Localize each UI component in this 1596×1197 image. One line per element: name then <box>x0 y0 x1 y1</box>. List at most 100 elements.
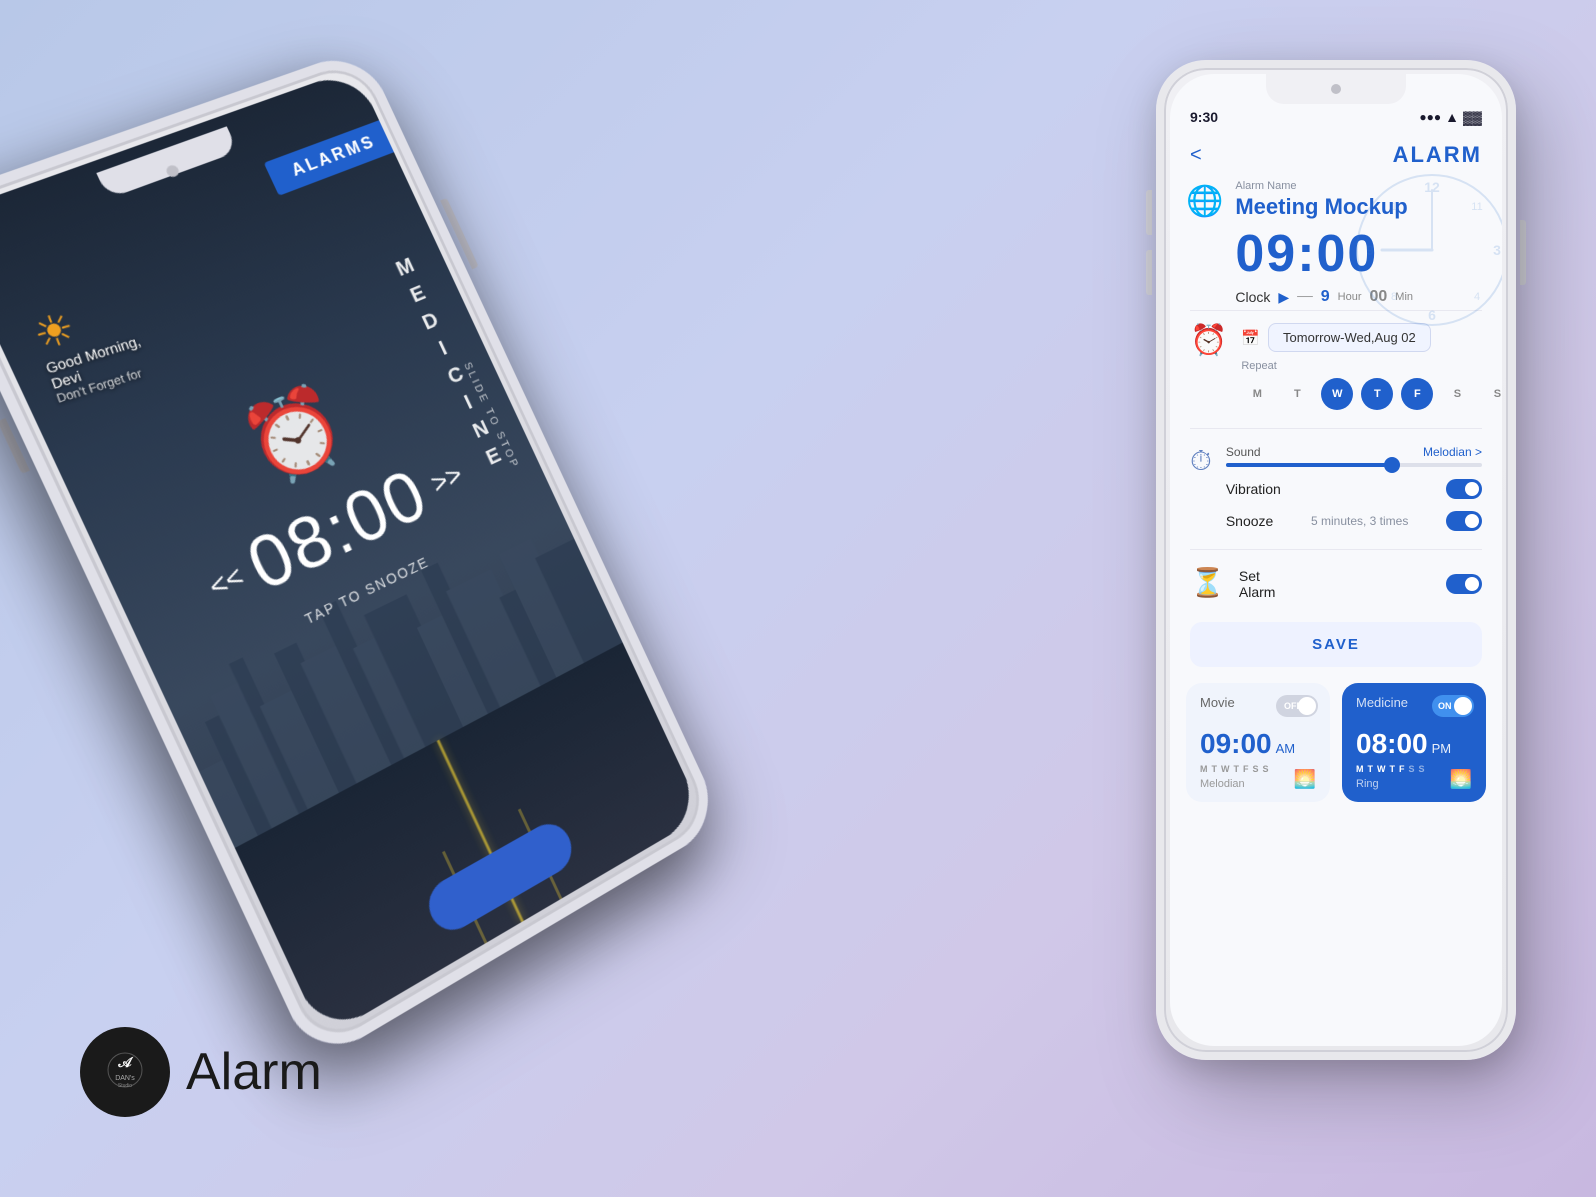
medicine-time-row: 08:00 PM <box>1356 728 1472 760</box>
play-button[interactable]: ▶ <box>1278 289 1289 306</box>
medicine-day-m: M <box>1356 764 1364 774</box>
days-row: M T W T F S S <box>1241 378 1502 410</box>
icon-column: 🌐 <box>1186 180 1223 219</box>
movie-day-w: W <box>1221 764 1230 774</box>
logo-icon: 𝒜 DAN's Studio <box>107 1052 143 1093</box>
day-sunday[interactable]: S <box>1481 378 1502 410</box>
right-phone-screen: 9:30 ●●● ▲ ▓▓ < ALARM 🌐 <box>1170 74 1502 1046</box>
left-phone-body: ALARMS ☀ Good Morning, Devi Don't Forget… <box>0 47 724 1065</box>
medicine-time: 08:00 <box>1356 728 1428 760</box>
day-wednesday[interactable]: W <box>1321 378 1353 410</box>
medicine-day-t2: T <box>1390 764 1396 774</box>
front-camera-right <box>1331 84 1341 94</box>
hourglass-section: ⏳ Set Alarm <box>1170 554 1502 614</box>
movie-day-t: T <box>1212 764 1218 774</box>
movie-day-s2: S <box>1263 764 1269 774</box>
set-alarm-label: Set <box>1239 568 1276 584</box>
medicine-day-t: T <box>1368 764 1374 774</box>
svg-text:11: 11 <box>1471 201 1482 213</box>
movie-ampm: AM <box>1276 741 1296 756</box>
alarm-cards: Movie OFF 09:00 AM M T W <box>1170 675 1502 818</box>
movie-day-f: F <box>1243 764 1249 774</box>
svg-text:Studio: Studio <box>118 1083 132 1088</box>
globe-clock-icon: 🌐 <box>1186 184 1223 219</box>
hour-label: ── <box>1297 291 1313 303</box>
right-power-button[interactable] <box>1520 220 1526 285</box>
day-monday[interactable]: M <box>1241 378 1273 410</box>
app-content: < ALARM 🌐 Alarm Name Meeting Mockup 09:0… <box>1170 134 1502 1046</box>
hourglass-detail: Set Alarm <box>1239 562 1482 606</box>
movie-time: 09:00 <box>1200 728 1272 760</box>
set-alarm-toggle[interactable] <box>1446 574 1482 594</box>
day-thursday[interactable]: T <box>1361 378 1393 410</box>
logo-circle: 𝒜 DAN's Studio <box>80 1027 170 1117</box>
snooze-value: 5 minutes, 3 times <box>1311 514 1408 528</box>
alarm-icon-section: ⏰ 📅 Tomorrow-Wed,Aug 02 Repeat M T W <box>1170 315 1502 424</box>
svg-text:9: 9 <box>1366 242 1374 258</box>
divider-2 <box>1190 428 1482 429</box>
left-arrows: << <box>204 560 249 604</box>
app-title: ALARM <box>1393 142 1482 168</box>
medicine-day-w: W <box>1377 764 1386 774</box>
svg-text:DAN's: DAN's <box>115 1075 135 1082</box>
movie-time-row: 09:00 AM <box>1200 728 1316 760</box>
day-friday[interactable]: F <box>1401 378 1433 410</box>
sound-label: Clock <box>1235 289 1270 305</box>
right-arrows: >> <box>426 459 467 500</box>
stopwatch-icon: ⏱ <box>1190 445 1212 478</box>
snooze-row: Snooze 5 minutes, 3 times <box>1226 505 1482 537</box>
movie-alarm-card: Movie OFF 09:00 AM M T W <box>1186 683 1330 802</box>
snooze-toggle[interactable] <box>1446 511 1482 531</box>
right-volume-up-button[interactable] <box>1146 190 1152 235</box>
medicine-toggle-dot <box>1454 697 1472 715</box>
main-alarm-section: 🌐 Alarm Name Meeting Mockup 09:00 Clock … <box>1170 180 1502 306</box>
medicine-toggle[interactable]: ON <box>1432 695 1474 717</box>
svg-text:3: 3 <box>1493 242 1501 258</box>
alarm-detail: 📅 Tomorrow-Wed,Aug 02 Repeat M T W T F S <box>1241 323 1502 416</box>
right-phone-body: 9:30 ●●● ▲ ▓▓ < ALARM 🌐 <box>1156 60 1516 1060</box>
sound-slider-track[interactable] <box>1226 463 1482 467</box>
svg-text:4: 4 <box>1474 291 1480 303</box>
left-phone-screen: ALARMS ☀ Good Morning, Devi Don't Forget… <box>0 68 703 1038</box>
sound-section-label: Sound <box>1226 445 1261 459</box>
movie-toggle[interactable]: OFF <box>1276 695 1318 717</box>
right-volume-down-button[interactable] <box>1146 250 1152 295</box>
hour-value: 9 <box>1321 288 1330 306</box>
melodian-link[interactable]: Melodian > <box>1423 445 1482 459</box>
day-saturday[interactable]: S <box>1441 378 1473 410</box>
wifi-icon: ▲ <box>1445 109 1459 125</box>
set-alarm-row: Set Alarm <box>1239 562 1482 606</box>
movie-day-t2: T <box>1234 764 1240 774</box>
alarm-label: Alarm <box>1239 584 1276 600</box>
slider-header: Sound Melodian > <box>1226 445 1482 459</box>
medicine-sun-icon: 🌅 <box>1450 769 1472 790</box>
slider-thumb[interactable] <box>1384 457 1400 473</box>
vibration-row: Vibration <box>1226 473 1482 505</box>
svg-text:1: 1 <box>1391 201 1397 213</box>
movie-toggle-dot <box>1298 697 1316 715</box>
status-time: 9:30 <box>1190 109 1218 125</box>
snooze-label: Snooze <box>1226 513 1273 529</box>
status-bar: 9:30 ●●● ▲ ▓▓ <box>1190 109 1482 125</box>
right-phone: 9:30 ●●● ▲ ▓▓ < ALARM 🌐 <box>1156 60 1516 1060</box>
alarm-clock-icon-right: ⏰ <box>1190 323 1227 358</box>
battery-icon: ▓▓ <box>1463 110 1482 125</box>
calendar-icon: 📅 <box>1241 329 1260 347</box>
svg-text:8: 8 <box>1391 291 1397 303</box>
vibration-label: Vibration <box>1226 481 1281 497</box>
slider-fill <box>1226 463 1393 467</box>
back-button[interactable]: < <box>1190 144 1202 167</box>
movie-day-m: M <box>1200 764 1208 774</box>
sound-slider-section: Sound Melodian > <box>1226 445 1482 467</box>
vibration-toggle[interactable] <box>1446 479 1482 499</box>
day-tuesday[interactable]: T <box>1281 378 1313 410</box>
timer-section: ⏱ Sound Melodian > <box>1170 433 1502 545</box>
set-alarm-label-block: Set Alarm <box>1239 568 1276 600</box>
signal-icon: ●●● <box>1419 110 1441 124</box>
repeat-label: Repeat <box>1241 360 1502 372</box>
hourglass-icon: ⏳ <box>1190 566 1225 599</box>
movie-day-s: S <box>1253 764 1259 774</box>
svg-text:6: 6 <box>1428 307 1436 323</box>
save-button[interactable]: SAVE <box>1190 622 1482 667</box>
divider-3 <box>1190 549 1482 550</box>
